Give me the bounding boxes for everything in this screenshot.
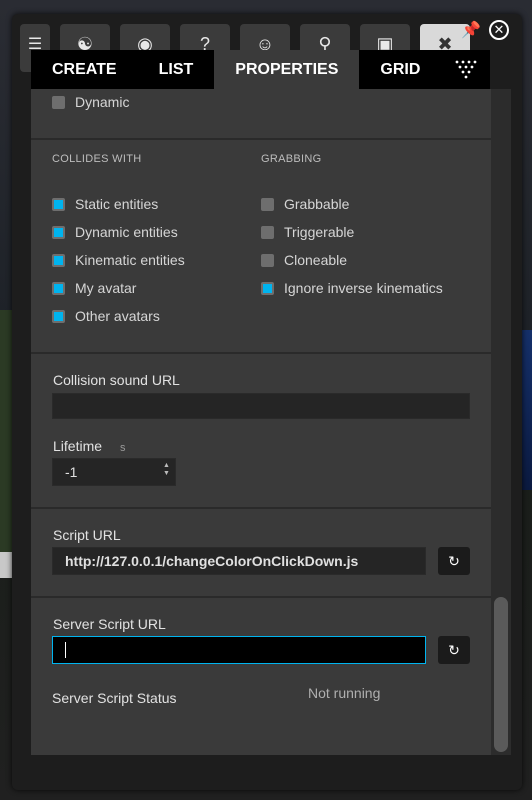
reload-icon: ↻ bbox=[448, 552, 460, 569]
collides-dynamic-row[interactable]: Dynamic entities bbox=[52, 224, 178, 240]
tab-create[interactable]: CREATE bbox=[31, 50, 138, 89]
dynamic-label: Dynamic bbox=[75, 94, 130, 110]
collides-other-avatars-row[interactable]: Other avatars bbox=[52, 308, 160, 324]
ignore-ik-row[interactable]: Ignore inverse kinematics bbox=[261, 280, 443, 296]
server-script-reload-button[interactable]: ↻ bbox=[438, 636, 470, 664]
collides-my-avatar-label: My avatar bbox=[75, 280, 137, 296]
script-url-label: Script URL bbox=[53, 527, 121, 543]
lifetime-label: Lifetime bbox=[53, 438, 103, 454]
lifetime-input[interactable]: -1 bbox=[52, 458, 176, 486]
server-script-status-value: Not running bbox=[308, 685, 381, 701]
collides-static-checkbox[interactable] bbox=[52, 197, 65, 211]
cloneable-checkbox[interactable] bbox=[261, 253, 274, 267]
server-script-url-label: Server Script URL bbox=[53, 616, 166, 632]
script-url-value: http://127.0.0.1/changeColorOnClickDown.… bbox=[65, 553, 359, 569]
tab-properties[interactable]: PROPERTIES bbox=[214, 50, 360, 89]
server-script-status-label: Server Script Status bbox=[52, 690, 177, 706]
script-url-input[interactable]: http://127.0.0.1/changeColorOnClickDown.… bbox=[52, 547, 426, 575]
scrollbar-thumb[interactable] bbox=[494, 597, 508, 752]
section-divider bbox=[31, 507, 491, 509]
collision-sound-label: Collision sound URL bbox=[53, 372, 180, 388]
reload-icon: ↻ bbox=[448, 641, 460, 658]
grabbable-label: Grabbable bbox=[284, 196, 350, 212]
tab-list[interactable]: LIST bbox=[138, 50, 215, 89]
collides-dynamic-checkbox[interactable] bbox=[52, 225, 65, 239]
section-divider bbox=[31, 138, 491, 140]
server-script-url-input[interactable] bbox=[52, 636, 426, 664]
lifetime-value: -1 bbox=[65, 464, 78, 480]
collision-sound-input[interactable] bbox=[52, 393, 470, 419]
close-icon[interactable]: ✕ bbox=[489, 20, 509, 40]
lifetime-stepper[interactable]: ▲ ▼ bbox=[163, 462, 170, 478]
collides-static-label: Static entities bbox=[75, 196, 159, 212]
collides-other-avatars-checkbox[interactable] bbox=[52, 309, 65, 323]
collides-kinematic-label: Kinematic entities bbox=[75, 252, 185, 268]
cloneable-label: Cloneable bbox=[284, 252, 348, 268]
collides-static-row[interactable]: Static entities bbox=[52, 196, 158, 212]
triggerable-row[interactable]: Triggerable bbox=[261, 224, 354, 240]
triggerable-label: Triggerable bbox=[284, 224, 355, 240]
collides-other-avatars-label: Other avatars bbox=[75, 308, 160, 324]
lifetime-unit: s bbox=[120, 442, 126, 454]
tab-bar: CREATE LIST PROPERTIES GRID bbox=[31, 50, 490, 89]
grabbing-heading: GRABBING bbox=[261, 153, 322, 165]
collides-kinematic-checkbox[interactable] bbox=[52, 253, 65, 267]
section-divider bbox=[31, 596, 491, 598]
particles-icon bbox=[455, 60, 477, 78]
ignore-ik-checkbox[interactable] bbox=[261, 281, 274, 295]
text-caret bbox=[65, 642, 66, 658]
cloneable-row[interactable]: Cloneable bbox=[261, 252, 347, 268]
ignore-ik-label: Ignore inverse kinematics bbox=[284, 280, 443, 296]
section-divider bbox=[31, 352, 491, 354]
collides-my-avatar-row[interactable]: My avatar bbox=[52, 280, 136, 296]
pin-icon[interactable]: 📌 bbox=[461, 20, 481, 40]
grabbable-row[interactable]: Grabbable bbox=[261, 196, 349, 212]
triggerable-checkbox[interactable] bbox=[261, 225, 274, 239]
collides-kinematic-row[interactable]: Kinematic entities bbox=[52, 252, 185, 268]
collides-with-heading: COLLIDES WITH bbox=[52, 153, 142, 165]
tab-particles[interactable] bbox=[441, 50, 490, 89]
collides-my-avatar-checkbox[interactable] bbox=[52, 281, 65, 295]
script-reload-button[interactable]: ↻ bbox=[438, 547, 470, 575]
dynamic-checkbox[interactable] bbox=[52, 95, 65, 109]
dynamic-checkbox-row[interactable]: Dynamic bbox=[52, 94, 129, 110]
collides-dynamic-label: Dynamic entities bbox=[75, 224, 178, 240]
grabbable-checkbox[interactable] bbox=[261, 197, 274, 211]
tab-grid[interactable]: GRID bbox=[359, 50, 441, 89]
